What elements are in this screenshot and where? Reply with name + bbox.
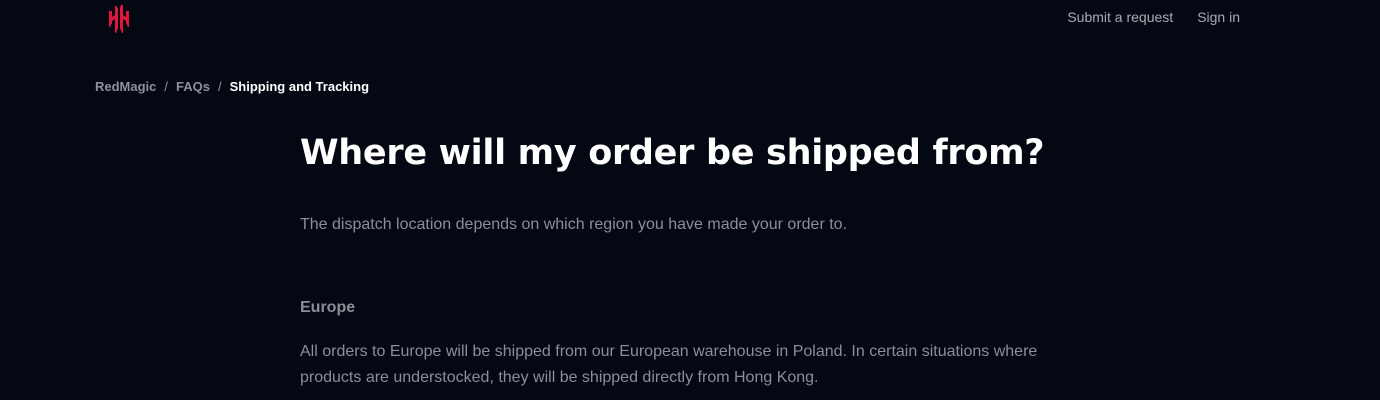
breadcrumb-item-faqs[interactable]: FAQs [176, 79, 210, 94]
header-nav: Submit a request Sign in [1067, 9, 1240, 25]
sign-in-link[interactable]: Sign in [1197, 9, 1240, 25]
breadcrumb-separator: / [164, 79, 169, 94]
breadcrumb-separator: / [218, 79, 222, 94]
breadcrumb-item-shipping-and-tracking[interactable]: Shipping and Tracking [230, 79, 369, 94]
breadcrumb-item-redmagic[interactable]: RedMagic [95, 79, 156, 94]
article: Where will my order be shipped from? The… [300, 130, 1060, 386]
redmagic-logo-icon[interactable] [106, 2, 132, 34]
help-center-page: Submit a request Sign in RedMagic / FAQs… [0, 0, 1380, 400]
redmagic-logo-glyph [109, 5, 129, 33]
section-heading-europe: Europe [300, 299, 356, 316]
breadcrumb: RedMagic / FAQs / Shipping and Tracking [95, 79, 369, 94]
article-title: Where will my order be shipped from? [300, 133, 1045, 173]
section-body-europe: All orders to Europe will be shipped fro… [300, 343, 1038, 386]
article-intro: The dispatch location depends on which r… [300, 216, 848, 233]
submit-request-link[interactable]: Submit a request [1067, 9, 1173, 25]
